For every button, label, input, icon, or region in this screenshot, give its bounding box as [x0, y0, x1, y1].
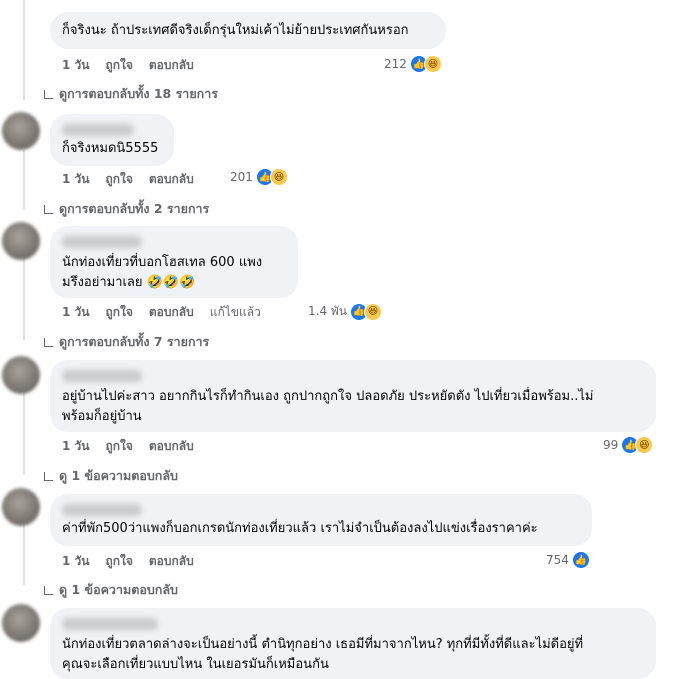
reply-button[interactable]: ตอบกลับ [149, 437, 194, 456]
comment-time[interactable]: 1 วัน [62, 170, 89, 189]
comment-bubble: ก็จริงหมดนิ5555 [50, 114, 174, 166]
like-reaction-icon: 👍 [571, 551, 590, 569]
reaction-summary[interactable]: 1.4 พัน 👍 😆 [308, 302, 383, 321]
reaction-count: 212 [384, 57, 407, 71]
comment-time[interactable]: 1 วัน [62, 303, 89, 322]
comment-text: พร้อมก็อยู่บ้าน [62, 409, 142, 424]
comment-actions: 1 วัน ถูกใจ ตอบกลับ แก้ไขแล้ว [62, 303, 261, 322]
like-button[interactable]: ถูกใจ [105, 170, 132, 189]
comment-time[interactable]: 1 วัน [62, 552, 89, 571]
view-replies-link[interactable]: ดู 1 ข้อความตอบกลับ [44, 580, 178, 600]
reaction-summary[interactable]: 99 👍 😆 [603, 436, 654, 454]
comment-actions: 1 วัน ถูกใจ ตอบกลับ [62, 437, 194, 456]
comment-text: นักท่องเที่ยวตลาดล่างจะเป็นอย่างนี้ ตำนิ… [62, 637, 584, 652]
reply-button[interactable]: ตอบกลับ [149, 56, 194, 75]
comment-text: นักท่องเที่ยวที่บอกโฮสเทล 600 แพง [62, 255, 263, 270]
commenter-name[interactable] [62, 124, 134, 136]
haha-reaction-icon: 😆 [269, 168, 288, 186]
reaction-count: 754 [546, 553, 569, 567]
thread-line [23, 390, 25, 475]
comment-time[interactable]: 1 วัน [62, 56, 89, 75]
view-replies-link[interactable]: ดูการตอบกลับทั้ง 7 รายการ [44, 332, 209, 352]
reply-button[interactable]: ตอบกลับ [149, 170, 194, 189]
comment-time[interactable]: 1 วัน [62, 437, 89, 456]
comment-text: ก็จริงหมดนิ5555 [62, 141, 159, 156]
commenter-name[interactable] [62, 370, 142, 382]
reply-arrow-icon [44, 585, 53, 595]
avatar[interactable] [2, 604, 40, 642]
like-button[interactable]: ถูกใจ [105, 303, 132, 322]
avatar[interactable] [2, 112, 40, 150]
reply-arrow-icon [44, 89, 53, 99]
haha-reaction-icon: 😆 [423, 55, 442, 73]
thread-line [23, 255, 25, 340]
comment-bubble: อยู่บ้านไปค่ะสาว อยากกินไรก็ทำกินเอง ถูก… [50, 360, 656, 432]
view-replies-link[interactable]: ดูการตอบกลับทั้ง 2 รายการ [44, 199, 209, 219]
reaction-summary[interactable]: 201 👍 😆 [230, 168, 288, 186]
thread-line [23, 0, 25, 100]
reaction-summary[interactable]: 754 👍 [546, 551, 590, 569]
comment-text: มรึงอย่ามาเลย 🤣🤣🤣 [62, 275, 196, 290]
comment-actions: 1 วัน ถูกใจ ตอบกลับ [62, 552, 194, 571]
comment-bubble: นักท่องเที่ยวตลาดล่างจะเป็นอย่างนี้ ตำนิ… [50, 608, 656, 679]
view-replies-link[interactable]: ดูการตอบกลับทั้ง 18 รายการ [44, 84, 218, 104]
thread-line [23, 150, 25, 210]
view-replies-label: ดูการตอบกลับทั้ง 2 รายการ [59, 201, 210, 216]
haha-reaction-icon: 😆 [364, 302, 383, 321]
commenter-name[interactable] [62, 618, 158, 630]
edited-label: แก้ไขแล้ว [209, 305, 261, 319]
view-replies-label: ดู 1 ข้อความตอบกลับ [59, 468, 178, 483]
reply-arrow-icon [44, 337, 53, 347]
avatar[interactable] [2, 222, 40, 260]
comment-text: อยู่บ้านไปค่ะสาว อยากกินไรก็ทำกินเอง ถูก… [62, 389, 594, 404]
comment-actions: 1 วัน ถูกใจ ตอบกลับ [62, 56, 194, 75]
view-replies-label: ดูการตอบกลับทั้ง 7 รายการ [59, 334, 210, 349]
comment-bubble: ก็จริงนะ ถ้าประเทศดีจริงเด็กรุ่นใหม่เค้า… [50, 12, 446, 49]
like-button[interactable]: ถูกใจ [105, 56, 132, 75]
comment-bubble: นักท่องเที่ยวที่บอกโฮสเทล 600 แพง มรึงอย… [50, 226, 298, 298]
comment-bubble: ค่าที่พัก500ว่าแพงก็บอกเกรดนักท่องเที่ยว… [50, 494, 592, 546]
reply-button[interactable]: ตอบกลับ [149, 303, 194, 322]
view-replies-link[interactable]: ดู 1 ข้อความตอบกลับ [44, 466, 178, 486]
view-replies-label: ดู 1 ข้อความตอบกลับ [59, 582, 178, 597]
avatar[interactable] [2, 356, 40, 394]
haha-reaction-icon: 😆 [635, 436, 654, 454]
avatar[interactable] [2, 488, 40, 526]
view-replies-label: ดูการตอบกลับทั้ง 18 รายการ [59, 86, 218, 101]
reaction-count: 1.4 พัน [308, 304, 348, 318]
commenter-name[interactable] [62, 504, 142, 516]
reply-button[interactable]: ตอบกลับ [149, 552, 194, 571]
like-button[interactable]: ถูกใจ [105, 552, 132, 571]
comment-text: ก็จริงนะ ถ้าประเทศดีจริงเด็กรุ่นใหม่เค้า… [62, 23, 409, 38]
reply-arrow-icon [44, 204, 53, 214]
reaction-count: 99 [603, 438, 619, 452]
comment-text: ค่าที่พัก500ว่าแพงก็บอกเกรดนักท่องเที่ยว… [62, 521, 538, 536]
reply-arrow-icon [44, 471, 53, 481]
reaction-summary[interactable]: 212 👍 😆 [384, 55, 442, 73]
commenter-name[interactable] [62, 236, 142, 248]
comment-actions: 1 วัน ถูกใจ ตอบกลับ [62, 170, 194, 189]
comment-text: คุณจะเลือกเที่ยวแบบไหน ในเยอรมันก็เหมือน… [62, 657, 329, 672]
reaction-count: 201 [230, 170, 253, 184]
like-button[interactable]: ถูกใจ [105, 437, 132, 456]
